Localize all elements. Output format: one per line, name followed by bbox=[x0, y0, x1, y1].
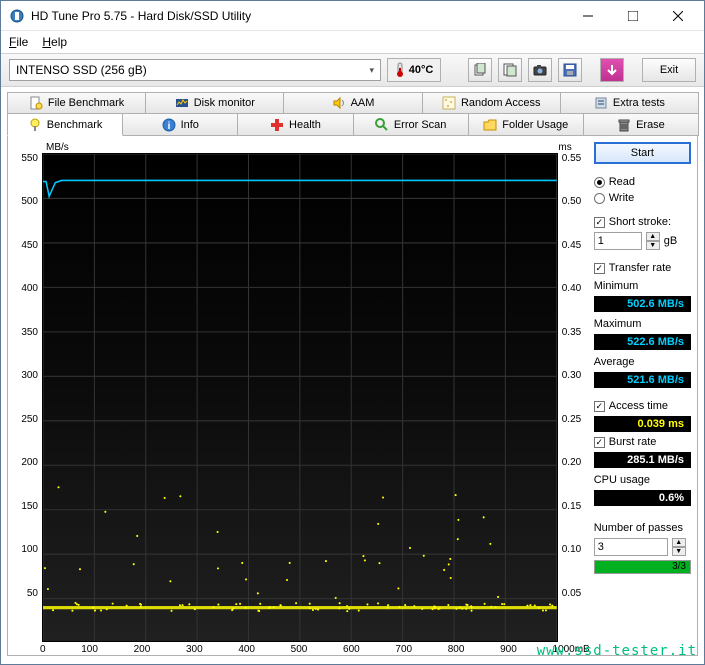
tab-error-scan[interactable]: Error Scan bbox=[353, 114, 469, 136]
tab-folder-usage[interactable]: Folder Usage bbox=[468, 114, 584, 136]
x-axis: 01002003004005006007008009001000mB bbox=[14, 642, 566, 655]
spin-down-icon[interactable]: ▼ bbox=[646, 241, 660, 250]
minimize-button[interactable] bbox=[565, 2, 610, 30]
spin-up-icon[interactable]: ▲ bbox=[646, 232, 660, 241]
max-label: Maximum bbox=[594, 318, 691, 330]
app-icon bbox=[9, 8, 25, 24]
tab-extra-tests[interactable]: Extra tests bbox=[560, 92, 699, 114]
svg-text:i: i bbox=[167, 121, 170, 132]
short-stroke-input[interactable]: ▲▼ gB bbox=[594, 232, 691, 250]
transfer-rate-checkbox[interactable]: ✓Transfer rate bbox=[594, 262, 691, 274]
temperature-value: 40°C bbox=[409, 64, 434, 76]
access-time-checkbox[interactable]: ✓Access time bbox=[594, 400, 691, 412]
tab-info[interactable]: iInfo bbox=[122, 114, 238, 136]
save-button[interactable] bbox=[558, 58, 582, 82]
mode-read-radio[interactable]: Read bbox=[594, 176, 691, 188]
tab-benchmark[interactable]: Benchmark bbox=[7, 114, 123, 136]
passes-input[interactable]: ▲▼ bbox=[594, 538, 691, 556]
titlebar: HD Tune Pro 5.75 - Hard Disk/SSD Utility bbox=[1, 1, 704, 31]
benchmark-plot bbox=[42, 153, 558, 642]
short-stroke-checkbox[interactable]: ✓Short stroke: bbox=[594, 216, 691, 228]
tab-health[interactable]: Health bbox=[237, 114, 353, 136]
screenshot-button[interactable] bbox=[528, 58, 552, 82]
chevron-down-icon: ▾ bbox=[369, 65, 374, 76]
checkbox-checked-icon: ✓ bbox=[594, 401, 605, 412]
burst-rate-checkbox[interactable]: ✓Burst rate bbox=[594, 436, 691, 448]
y-axis-left: 55050045040035030025020015010050 bbox=[14, 153, 42, 642]
passes-label: Number of passes bbox=[594, 522, 691, 534]
spin-up-icon[interactable]: ▲ bbox=[672, 538, 686, 547]
checkbox-checked-icon: ✓ bbox=[594, 437, 605, 448]
sidebar: Start Read Write ✓Short stroke: ▲▼ gB ✓T… bbox=[586, 142, 691, 655]
spin-down-icon[interactable]: ▼ bbox=[672, 547, 686, 556]
tab-aam[interactable]: AAM bbox=[283, 92, 422, 114]
drive-select-value: INTENSO SSD (256 gB) bbox=[16, 63, 147, 77]
radio-off-icon bbox=[594, 193, 605, 204]
y-axis-right: 0.550.500.450.400.350.300.250.200.150.10… bbox=[558, 153, 586, 642]
content-panel: MB/s ms 55050045040035030025020015010050 bbox=[7, 136, 698, 656]
menu-help[interactable]: Help bbox=[42, 35, 67, 49]
start-button[interactable]: Start bbox=[594, 142, 691, 164]
menu-file[interactable]: File bbox=[9, 35, 28, 49]
exit-button[interactable]: Exit bbox=[642, 58, 696, 82]
mode-write-radio[interactable]: Write bbox=[594, 192, 691, 204]
options-button[interactable] bbox=[600, 58, 624, 82]
window-title: HD Tune Pro 5.75 - Hard Disk/SSD Utility bbox=[31, 9, 565, 23]
tab-random-access[interactable]: Random Access bbox=[422, 92, 561, 114]
avg-label: Average bbox=[594, 356, 691, 368]
toolbar: INTENSO SSD (256 gB) ▾ 40°C Exit bbox=[1, 53, 704, 87]
drive-select[interactable]: INTENSO SSD (256 gB) ▾ bbox=[9, 59, 381, 81]
access-time-value: 0.039 ms bbox=[594, 416, 691, 432]
tab-erase[interactable]: Erase bbox=[583, 114, 699, 136]
avg-value: 521.6 MB/s bbox=[594, 372, 691, 388]
copy-screenshot-button[interactable] bbox=[498, 58, 522, 82]
min-value: 502.6 MB/s bbox=[594, 296, 691, 312]
close-button[interactable] bbox=[655, 2, 700, 30]
radio-on-icon bbox=[594, 177, 605, 188]
y-left-unit: MB/s bbox=[46, 142, 69, 153]
tab-area: File Benchmark Disk monitor AAM Random A… bbox=[1, 87, 704, 136]
y-right-unit: ms bbox=[558, 142, 571, 153]
chart-area: MB/s ms 55050045040035030025020015010050 bbox=[14, 142, 586, 655]
checkbox-checked-icon: ✓ bbox=[594, 263, 605, 274]
cpu-value: 0.6% bbox=[594, 490, 691, 506]
burst-rate-value: 285.1 MB/s bbox=[594, 452, 691, 468]
cpu-label: CPU usage bbox=[594, 474, 691, 486]
passes-field[interactable] bbox=[594, 538, 668, 556]
temperature-display: 40°C bbox=[387, 58, 441, 82]
menubar: File Help bbox=[1, 31, 704, 53]
min-label: Minimum bbox=[594, 280, 691, 292]
passes-progress: 3/3 bbox=[594, 560, 691, 574]
copy-info-button[interactable] bbox=[468, 58, 492, 82]
checkbox-checked-icon: ✓ bbox=[594, 217, 605, 228]
watermark: www.ssd-tester.it bbox=[537, 643, 697, 659]
tab-file-benchmark[interactable]: File Benchmark bbox=[7, 92, 146, 114]
tab-disk-monitor[interactable]: Disk monitor bbox=[145, 92, 284, 114]
max-value: 522.6 MB/s bbox=[594, 334, 691, 350]
maximize-button[interactable] bbox=[610, 2, 655, 30]
short-stroke-field[interactable] bbox=[594, 232, 642, 250]
